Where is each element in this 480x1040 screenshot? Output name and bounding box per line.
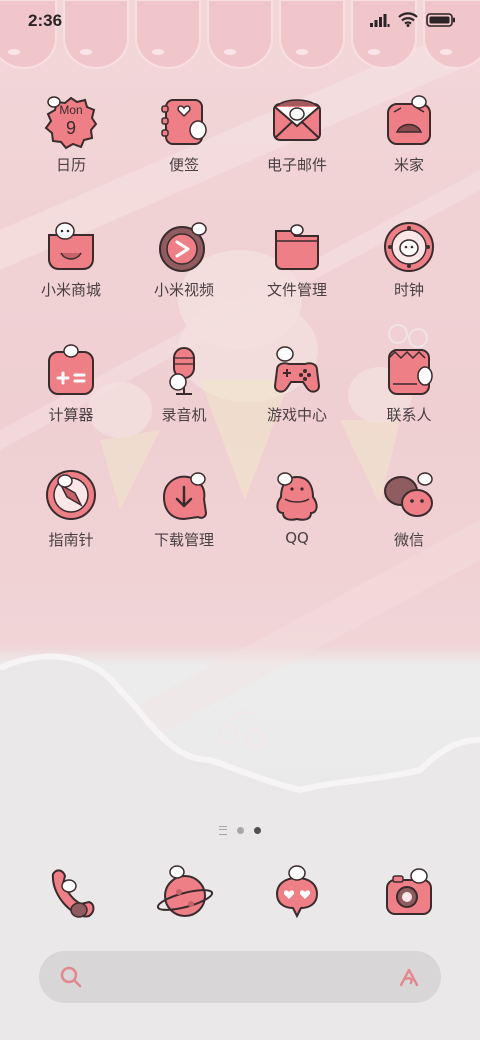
signal-icon — [370, 13, 390, 27]
download-manager-icon — [162, 472, 208, 521]
wifi-icon — [398, 12, 418, 27]
app-mi-home[interactable]: 米家 — [359, 92, 459, 192]
app-label: 游戏中心 — [266, 406, 327, 424]
app-notes[interactable]: 便签 — [134, 92, 234, 192]
app-label: 计算器 — [48, 406, 94, 424]
calculator-icon — [48, 344, 94, 395]
messages-icon[interactable] — [267, 862, 327, 922]
app-mi-store[interactable]: 小米商城 — [21, 217, 121, 317]
mi-home-icon — [387, 95, 431, 145]
app-label: 日历 — [55, 156, 86, 174]
app-label: 电子邮件 — [266, 156, 327, 174]
app-label: 联系人 — [386, 406, 432, 424]
page-dot — [237, 826, 244, 834]
calendar-date: 9 — [66, 118, 76, 138]
status-time: 2:36 — [28, 11, 63, 30]
app-game-center[interactable]: 游戏中心 — [247, 342, 347, 442]
app-label: 小米视频 — [153, 281, 214, 299]
app-wechat[interactable]: 微信 — [359, 467, 459, 567]
assistant-icon[interactable] — [397, 964, 423, 990]
calendar-icon: Mon 9 — [44, 96, 98, 150]
notes-icon — [161, 99, 207, 145]
app-label: 小米商城 — [40, 281, 101, 299]
app-clock[interactable]: 时钟 — [359, 217, 459, 317]
battery-icon — [426, 12, 455, 27]
status-bar: 2:36 — [0, 0, 480, 40]
camera-icon[interactable] — [379, 862, 439, 922]
email-icon — [273, 99, 321, 141]
app-calendar[interactable]: Mon 9 日历 — [21, 92, 121, 192]
app-label: 便签 — [168, 156, 199, 174]
app-label: QQ — [285, 529, 309, 547]
status-icons — [370, 12, 456, 27]
mi-store-icon — [48, 222, 94, 270]
app-calculator[interactable]: 计算器 — [21, 342, 121, 442]
app-contacts[interactable]: 联系人 — [359, 342, 459, 442]
minus-one-screen-indicator — [219, 825, 227, 835]
recorder-icon — [169, 347, 195, 395]
app-compass[interactable]: 指南针 — [21, 467, 121, 567]
page-indicator[interactable] — [0, 823, 480, 837]
search-bar[interactable] — [39, 951, 441, 1003]
app-recorder[interactable]: 录音机 — [134, 342, 234, 442]
calendar-day: Mon — [59, 103, 82, 117]
qq-icon — [276, 472, 318, 521]
app-label: 米家 — [393, 156, 424, 174]
search-icon[interactable] — [59, 965, 83, 989]
app-label: 下载管理 — [153, 531, 214, 549]
mi-video-icon — [159, 222, 207, 272]
clock-icon — [384, 222, 434, 272]
app-mi-video[interactable]: 小米视频 — [134, 217, 234, 317]
app-label: 时钟 — [393, 281, 424, 299]
contacts-icon — [388, 349, 433, 395]
app-download-manager[interactable]: 下载管理 — [134, 467, 234, 567]
phone-icon[interactable] — [41, 862, 101, 922]
app-label: 文件管理 — [266, 281, 327, 299]
app-label: 微信 — [393, 531, 424, 549]
game-center-icon — [273, 346, 321, 393]
page-dot-active — [254, 826, 261, 834]
app-file-manager[interactable]: 文件管理 — [247, 217, 347, 317]
file-manager-icon — [275, 224, 319, 270]
app-label: 指南针 — [48, 531, 94, 549]
wechat-icon — [384, 472, 433, 517]
app-qq[interactable]: QQ — [247, 467, 347, 567]
compass-icon — [46, 470, 96, 520]
app-email[interactable]: 电子邮件 — [247, 92, 347, 192]
browser-planet-icon[interactable] — [155, 862, 215, 922]
app-label: 录音机 — [161, 406, 207, 424]
